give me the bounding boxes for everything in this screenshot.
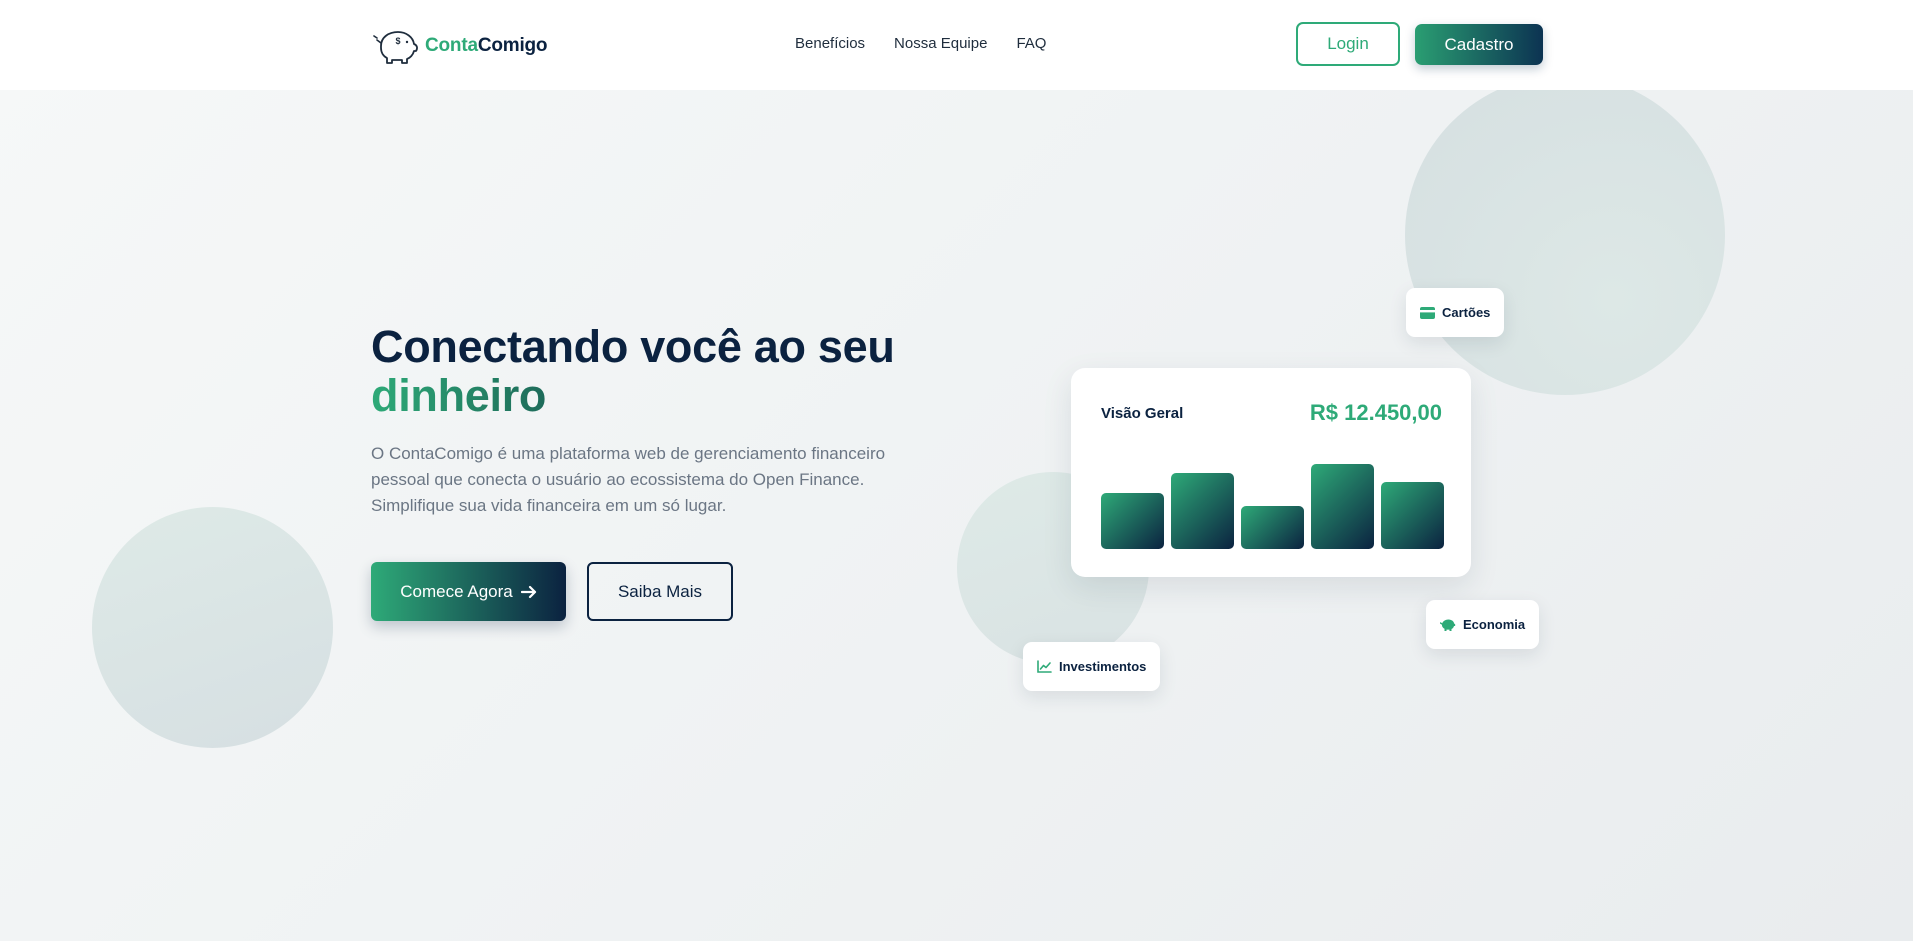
piggy-bank-icon [1440, 619, 1456, 631]
svg-text:$: $ [395, 36, 400, 46]
nav-link-nossa-equipe[interactable]: Nossa Equipe [894, 34, 987, 54]
chip-cartoes: Cartões [1406, 288, 1505, 337]
learn-more-button[interactable]: Saiba Mais [587, 562, 733, 621]
chip-investimentos: Investimentos [1023, 642, 1161, 691]
signup-button[interactable]: Cadastro [1415, 24, 1543, 65]
site-header: $ ContaComigo Benefícios Nossa Equipe FA… [0, 0, 1913, 90]
overview-bar [1241, 506, 1304, 549]
brand-logo[interactable]: $ ContaComigo [371, 26, 548, 66]
main-nav: Benefícios Nossa Equipe FAQ [795, 34, 1046, 54]
overview-bar [1101, 493, 1164, 549]
hero-title: Conectando você ao seu dinheiro [371, 321, 895, 421]
hero-description: O ContaComigo é uma plataforma web de ge… [371, 444, 886, 515]
get-started-label: Comece Agora [400, 581, 513, 601]
chip-cartoes-label: Cartões [1442, 305, 1491, 320]
nav-link-beneficios[interactable]: Benefícios [795, 34, 865, 54]
overview-bar [1311, 464, 1374, 549]
nav-link-faq[interactable]: FAQ [1016, 34, 1046, 54]
decorative-circle-top-right [1405, 75, 1725, 395]
chip-economia-label: Economia [1463, 617, 1526, 632]
overview-bar [1381, 482, 1444, 549]
hero-title-highlight: dinheiro [371, 370, 547, 421]
overview-card: Visão Geral R$ 12.450,00 [1071, 368, 1471, 577]
overview-bar [1171, 473, 1234, 549]
chip-economia: Economia [1426, 600, 1540, 649]
credit-card-icon [1420, 306, 1435, 319]
chip-investimentos-label: Investimentos [1059, 659, 1147, 674]
get-started-button[interactable]: Comece Agora [371, 562, 566, 621]
piggy-bank-icon: $ [373, 31, 418, 64]
line-chart-icon [1037, 660, 1052, 673]
login-button[interactable]: Login [1296, 22, 1400, 66]
arrow-right-icon [520, 585, 536, 598]
decorative-circle-left [92, 507, 333, 748]
overview-bar-chart [1101, 368, 1444, 549]
brand-name: ContaComigo [425, 35, 548, 56]
